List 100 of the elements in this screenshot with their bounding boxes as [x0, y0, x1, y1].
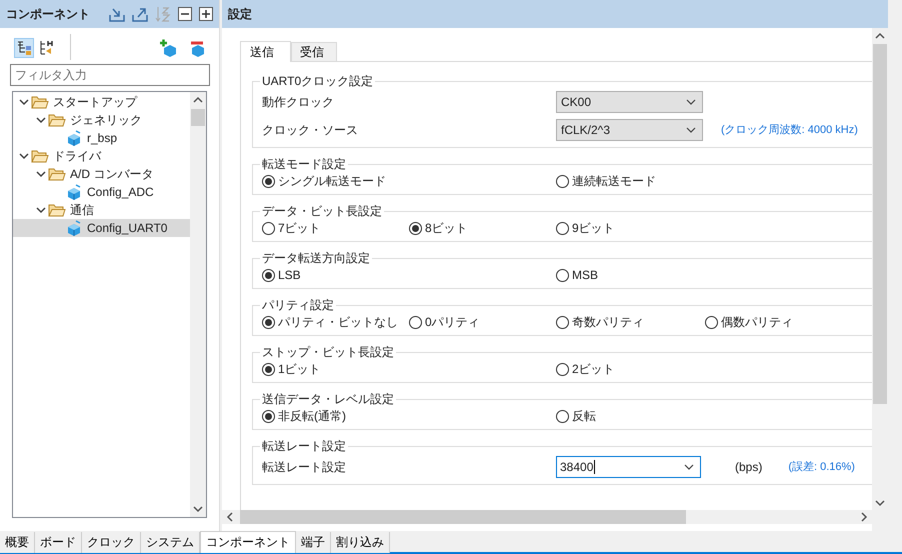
scroll-thumb[interactable]	[191, 109, 205, 126]
filter-field[interactable]: フィルタ入力	[10, 64, 210, 86]
tab[interactable]: 受信	[291, 42, 337, 61]
dropdown[interactable]: CK00	[556, 91, 703, 113]
group-title: 転送レート設定	[261, 439, 347, 453]
radio-option[interactable]: 8ビット	[409, 221, 556, 235]
group-title: データ転送方向設定	[261, 251, 371, 265]
dropdown-caret-icon	[684, 464, 694, 470]
folder-icon	[48, 166, 66, 182]
scroll-right-icon[interactable]	[860, 512, 868, 522]
tree-item[interactable]: 通信	[13, 201, 190, 219]
tab[interactable]: 割り込み	[331, 532, 390, 553]
radio-option[interactable]: 9ビット	[556, 221, 705, 235]
radio-icon[interactable]	[262, 174, 275, 188]
tree-icon	[16, 40, 32, 56]
radio-option[interactable]: 反転	[556, 409, 705, 423]
tree-item[interactable]: r_bsp	[13, 129, 190, 147]
group-title: UART0クロック設定	[261, 74, 374, 88]
field-label: 転送レート設定	[262, 460, 347, 474]
group-title: 送信データ・レベル設定	[261, 392, 395, 406]
radio-option[interactable]: パリティ・ビットなし	[262, 315, 409, 329]
scroll-down-icon[interactable]	[193, 505, 203, 513]
dropdown[interactable]: fCLK/2^3	[556, 119, 703, 141]
radio-icon[interactable]	[262, 362, 275, 376]
scroll-thumb[interactable]	[873, 44, 887, 404]
radio-icon[interactable]	[262, 410, 275, 422]
radio-icon[interactable]	[556, 410, 569, 422]
folder-icon	[48, 202, 66, 218]
tree-item[interactable]: Config_ADC	[13, 183, 190, 201]
scroll-left-icon[interactable]	[226, 512, 234, 522]
dropdown-caret-icon	[686, 99, 696, 105]
scroll-down-icon[interactable]	[875, 499, 885, 507]
radio-icon[interactable]	[705, 316, 718, 328]
radio-option[interactable]: 1ビット	[262, 362, 409, 376]
scrollbar[interactable]	[190, 92, 206, 517]
radio-option[interactable]: 2ビット	[556, 362, 705, 376]
panel-title: 設定	[228, 6, 253, 22]
radio-option[interactable]: 奇数パリティ	[556, 315, 705, 329]
collapse-icon[interactable]	[178, 7, 192, 21]
radio-icon[interactable]	[556, 222, 569, 234]
radio-icon[interactable]	[409, 222, 422, 234]
cube-icon	[65, 184, 83, 200]
tree-item[interactable]: ドライバ	[13, 147, 190, 165]
tab[interactable]: コンポーネント	[200, 531, 296, 553]
scroll-thumb[interactable]	[240, 510, 686, 524]
panel-title: コンポーネント	[6, 6, 91, 22]
radio-icon[interactable]	[262, 268, 275, 282]
tab[interactable]: ボード	[35, 532, 82, 553]
scrollbar[interactable]	[222, 510, 872, 524]
tree-item[interactable]: A/D コンバータ	[13, 165, 190, 183]
add-component-icon[interactable]	[159, 39, 177, 57]
group-title: データ・ビット長設定	[261, 204, 383, 218]
tree-item[interactable]: Config_UART0	[13, 219, 190, 237]
dropdown-caret-icon	[686, 127, 696, 133]
tab[interactable]: 概要	[0, 532, 35, 553]
field-label: 動作クロック	[262, 95, 335, 109]
chevron-down-icon[interactable]	[36, 205, 46, 215]
tree-item[interactable]: スタートアップ	[13, 93, 190, 111]
radio-icon[interactable]	[556, 174, 569, 188]
frequency-note: (クロック周波数: 4000 kHz)	[721, 123, 855, 137]
tab[interactable]: 送信	[240, 41, 291, 62]
scrollbar[interactable]	[872, 28, 888, 531]
tab[interactable]: 端子	[296, 532, 331, 553]
group-title: ストップ・ビット長設定	[261, 345, 395, 359]
radio-icon[interactable]	[262, 222, 275, 234]
cube-icon	[65, 220, 83, 236]
group-title: パリティ設定	[261, 298, 335, 312]
scroll-up-icon[interactable]	[193, 96, 203, 104]
radio-option[interactable]: 7ビット	[262, 221, 409, 235]
radio-option[interactable]: シングル転送モード	[262, 174, 409, 188]
combo-field[interactable]: 38400	[556, 456, 701, 478]
folder-icon	[48, 112, 66, 128]
tree-item[interactable]: ジェネリック	[13, 111, 190, 129]
field-label: クロック・ソース	[262, 123, 359, 137]
radio-option[interactable]: MSB	[556, 268, 705, 282]
import-icon[interactable]	[109, 6, 125, 22]
radio-icon[interactable]	[556, 316, 569, 328]
tab[interactable]: クロック	[82, 532, 141, 553]
tree-view-button[interactable]	[14, 38, 34, 58]
radio-option[interactable]: 偶数パリティ	[705, 315, 855, 329]
radio-icon[interactable]	[556, 268, 569, 282]
radio-icon[interactable]	[409, 316, 422, 328]
radio-option[interactable]: 非反転(通常)	[262, 409, 409, 423]
folder-icon	[31, 94, 49, 110]
radio-option[interactable]: 連続転送モード	[556, 174, 705, 188]
scroll-up-icon[interactable]	[875, 32, 885, 40]
radio-option[interactable]: 0パリティ	[409, 315, 556, 329]
radio-icon[interactable]	[262, 316, 275, 328]
tab[interactable]: システム	[141, 532, 200, 553]
radio-option[interactable]: LSB	[262, 268, 409, 282]
expand-icon[interactable]	[199, 7, 213, 21]
folder-icon	[31, 148, 49, 164]
unit-label: (bps)	[735, 460, 762, 474]
error-note: (誤差: 0.16%)	[788, 460, 855, 474]
remove-component-icon[interactable]	[189, 39, 207, 57]
group-title: 転送モード設定	[261, 157, 347, 171]
radio-icon[interactable]	[556, 362, 569, 376]
cube-icon	[65, 130, 83, 146]
hierarchy-icon	[39, 40, 55, 56]
export-icon[interactable]	[132, 6, 148, 22]
